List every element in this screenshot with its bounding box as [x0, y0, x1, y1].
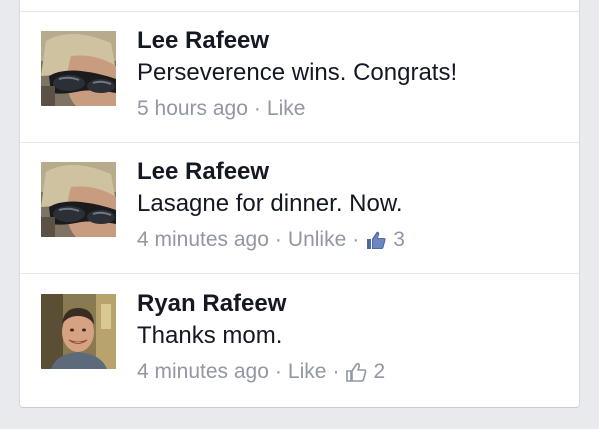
separator: · [332, 360, 340, 383]
comment-time[interactable]: 5 hours ago [137, 96, 248, 122]
comment-text: Lasagne for dinner. Now. [137, 190, 403, 217]
like-count[interactable]: 3 [393, 227, 405, 253]
thumbs-up-icon[interactable] [365, 229, 387, 251]
sunglasses-avatar-icon [41, 31, 116, 106]
comment-meta: 4 minutes ago · Like · 2 [137, 359, 569, 385]
comment-time[interactable]: 4 minutes ago [137, 359, 269, 385]
separator: · [274, 228, 282, 251]
comment-meta: 5 hours ago · Like [137, 96, 569, 122]
comment-content: Lee Rafeew Perseverence wins. Congrats! … [137, 27, 569, 122]
thumbs-up-icon[interactable] [345, 361, 367, 383]
like-button[interactable]: Like [267, 96, 306, 122]
comment-author[interactable]: Ryan Rafeew [137, 290, 569, 318]
comment-author[interactable]: Lee Rafeew [137, 27, 569, 55]
comment-time[interactable]: 4 minutes ago [137, 227, 269, 253]
comments-card: Lee Rafeew Perseverence wins. Congrats! … [19, 0, 580, 408]
comment-text: Perseverence wins. Congrats! [137, 59, 458, 86]
comment-meta: 4 minutes ago · Unlike · 3 [137, 227, 569, 253]
comment-text: Thanks mom. [137, 322, 283, 349]
comment-author[interactable]: Lee Rafeew [137, 158, 569, 186]
sunglasses-avatar-icon [41, 162, 116, 237]
avatar[interactable] [41, 162, 116, 237]
separator: · [352, 228, 360, 251]
unlike-button[interactable]: Unlike [288, 227, 346, 253]
comment-item: Ryan Rafeew Thanks mom. 4 minutes ago · … [20, 274, 579, 405]
avatar[interactable] [41, 294, 116, 369]
comment-content: Lee Rafeew Lasagne for dinner. Now. 4 mi… [137, 158, 569, 253]
comment-content: Ryan Rafeew Thanks mom. 4 minutes ago · … [137, 290, 569, 385]
comment-item: Lee Rafeew Perseverence wins. Congrats! … [20, 11, 579, 142]
smiling-man-avatar-icon [41, 294, 116, 369]
separator: · [274, 360, 282, 383]
comment-item: Lee Rafeew Lasagne for dinner. Now. 4 mi… [20, 143, 579, 273]
separator: · [253, 97, 261, 120]
like-button[interactable]: Like [288, 359, 327, 385]
avatar[interactable] [41, 31, 116, 106]
like-count[interactable]: 2 [373, 359, 385, 385]
